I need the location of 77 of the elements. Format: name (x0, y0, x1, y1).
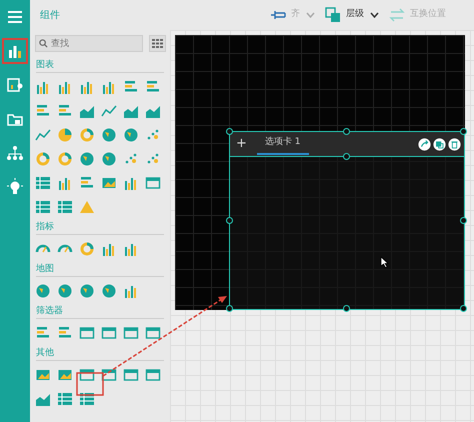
highlight-frame (76, 372, 104, 396)
resize-handle[interactable] (460, 128, 467, 135)
panel-title: 组件 (39, 8, 61, 22)
window-icon[interactable] (79, 367, 95, 383)
toolbar-label[interactable]: 层级 (346, 8, 364, 22)
bar-chart-icon[interactable] (79, 79, 95, 95)
add-tab-button[interactable]: + (236, 134, 247, 154)
tab-container-widget[interactable]: + 选项卡 1 (229, 131, 465, 310)
swap-icon[interactable] (389, 7, 405, 23)
resize-handle[interactable] (343, 305, 350, 312)
window-icon[interactable] (123, 325, 139, 341)
caret-icon[interactable] (370, 12, 379, 18)
cursor-icon (380, 256, 389, 268)
section-heading: 其他 (36, 347, 164, 361)
resize-handle[interactable] (460, 216, 467, 224)
section-heading: 筛选器 (36, 305, 164, 319)
bar-chart-icon[interactable] (57, 175, 73, 191)
copy-icon[interactable] (433, 138, 446, 150)
line-chart-icon[interactable] (101, 103, 117, 119)
warning-icon[interactable] (79, 199, 95, 215)
globe-icon[interactable] (79, 151, 95, 167)
menu-icon (6, 8, 24, 26)
globe-icon[interactable] (57, 283, 73, 299)
widget-tab[interactable]: 选项卡 1 (256, 133, 308, 155)
resize-handle[interactable] (226, 216, 233, 224)
bar-chart-icon[interactable] (35, 79, 51, 95)
window-icon[interactable] (101, 325, 117, 341)
image-icon[interactable] (35, 367, 51, 383)
bar-chart-icon[interactable] (101, 79, 117, 95)
layers-icon[interactable] (325, 7, 341, 23)
section-heading: 地图 (36, 263, 164, 277)
hierarchy-icon (6, 144, 24, 162)
grid-icon (152, 39, 163, 48)
resize-handle[interactable] (226, 128, 233, 135)
image-icon[interactable] (57, 367, 73, 383)
lightbulb-icon (6, 178, 24, 196)
share-icon[interactable] (418, 138, 431, 150)
table-icon[interactable] (35, 199, 51, 215)
window-icon[interactable] (145, 175, 161, 191)
resize-handle[interactable] (226, 305, 233, 312)
image-icon[interactable] (101, 175, 117, 191)
grid-view-button[interactable] (149, 35, 166, 52)
globe-icon[interactable] (101, 283, 117, 299)
window-icon[interactable] (123, 367, 139, 383)
table-icon[interactable] (79, 391, 95, 407)
search-field[interactable]: 查找 (35, 35, 143, 52)
globe-icon[interactable] (79, 283, 95, 299)
globe-icon[interactable] (101, 127, 117, 143)
section-heading: 图表 (36, 59, 164, 73)
globe-icon[interactable] (123, 127, 139, 143)
resize-handle[interactable] (460, 305, 467, 312)
table-icon[interactable] (35, 175, 51, 191)
resize-handle[interactable] (343, 153, 350, 160)
dataset-icon (6, 76, 24, 94)
window-icon[interactable] (145, 367, 161, 383)
section-heading: 指标 (36, 221, 164, 235)
donut-chart-icon[interactable] (79, 241, 95, 257)
table-icon[interactable] (57, 391, 73, 407)
bar-chart-icon[interactable] (101, 241, 117, 257)
window-icon[interactable] (145, 325, 161, 341)
donut-chart-icon[interactable] (79, 127, 95, 143)
bar-chart-icon[interactable] (57, 79, 73, 95)
window-icon[interactable] (101, 367, 117, 383)
line-chart-icon[interactable] (35, 127, 51, 143)
table-icon[interactable] (57, 199, 73, 215)
charts-tab[interactable] (2, 38, 28, 64)
resize-handle[interactable] (343, 128, 350, 135)
donut-chart-icon[interactable] (35, 151, 51, 167)
globe-icon[interactable] (101, 151, 117, 167)
bar-chart-icon[interactable] (123, 283, 139, 299)
globe-icon[interactable] (35, 283, 51, 299)
window-icon[interactable] (79, 325, 95, 341)
pie-chart-icon[interactable] (57, 127, 73, 143)
delete-icon[interactable] (448, 138, 461, 150)
bar-chart-icon[interactable] (123, 241, 139, 257)
bar-chart-icon[interactable] (123, 175, 139, 191)
donut-chart-icon[interactable] (57, 151, 73, 167)
